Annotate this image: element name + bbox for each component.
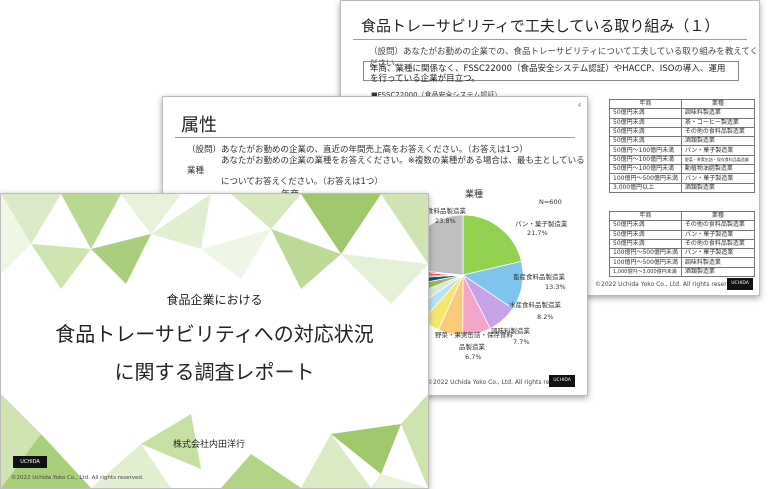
- pie-label-yasai: 野菜・果実缶詰・保存食料: [435, 331, 513, 339]
- uchida-logo: UCHIDA: [727, 278, 753, 290]
- table-row: 1,000億円～3,000億円未満 酒類製造業: [609, 266, 755, 278]
- pie-label-chikusan: 畜産食料品製造業: [513, 273, 565, 281]
- table-row: 50億円～100億円未満 動植物油脂製造業: [609, 164, 755, 175]
- pie-label-pan: パン・菓子製造業: [515, 220, 568, 228]
- slide3-answer-box: 年商、業種に関係なく、FSSC22000（食品安全システム認証）やHACCP、I…: [363, 61, 739, 84]
- table-header: 年商: [609, 210, 682, 222]
- table-header: 業種: [680, 210, 755, 222]
- table-row: 100億円～500億円未満 調味料製造業: [609, 257, 755, 268]
- cover-subtitle: 食品企業における: [166, 293, 263, 307]
- table-row: 50億円未満 その他の食料品製造業: [609, 238, 755, 250]
- table-row: 50億円未満 酒類製造業: [609, 136, 755, 147]
- table-row: 100億円～500億円未満 パン・菓子製造業: [609, 173, 755, 184]
- table-row: 50億円～100億円未満 野菜・果実缶詰・保存食料品製造業: [609, 154, 755, 166]
- pie-label-yasai-2: 品製造業: [459, 343, 485, 351]
- cover-company-name: 株式会社内田洋行: [173, 440, 246, 450]
- pie-pct-yasai: 6.7%: [465, 353, 482, 361]
- uchida-logo: UCHIDA: [549, 375, 575, 387]
- slide3-copyright: ©2022 Uchida Yoko Co., Ltd. All rights r…: [595, 281, 740, 288]
- pie-pct-pan: 21.7%: [527, 229, 548, 237]
- pie-pct-chikusan: 13.3%: [545, 283, 566, 291]
- pie-pct-suisan: 8.2%: [537, 313, 554, 321]
- table-row: 100億円～500億円未満 パン・菓子製造業: [609, 248, 755, 259]
- cover-copyright: ©2022 Uchida Yoko Co., Ltd. All rights r…: [11, 475, 144, 481]
- table-row: 50億円未満 その他の食料品製造業: [609, 126, 755, 138]
- pie-label-suisan: 水産食料品製造業: [509, 301, 561, 309]
- table-row: 50億円未満 パン・菓子製造業: [609, 229, 755, 240]
- uchida-logo: UCHIDA: [13, 456, 47, 468]
- table-header: 年商: [609, 98, 682, 110]
- cover-title-line1: 食品トレーサビリティへの対応状況: [55, 322, 374, 346]
- table-row: 50億円未満 茶・コーヒー製造業: [609, 117, 755, 128]
- table-fssc: 年商 業種 50億円未満 調味料製造業 50億円未満 茶・コーヒー製造業 50億円未…: [609, 98, 755, 193]
- pie-pct-chomi: 7.7%: [513, 338, 530, 346]
- slide-cover[interactable]: 食品企業における 食品トレーサビリティへの対応状況 に関する調査レポート 株式会…: [0, 193, 429, 489]
- cover-title-line2: に関する調査レポート: [114, 360, 315, 384]
- table-row: 50億円未満 その他の食料品製造業: [609, 220, 755, 231]
- table-row: 50億円未満 調味料製造業: [609, 108, 755, 119]
- table-haccp: 年商 業種 50億円未満 その他の食料品製造業 50億円未満 パン・菓子製造業 50…: [609, 210, 755, 278]
- slide3-title: 食品トレーサビリティで工夫している取り組み（１）: [361, 17, 720, 35]
- table-row: 3,000億円以上 酒類製造業: [609, 182, 755, 193]
- slide3-title-rule: [353, 39, 747, 40]
- table-header: 業種: [680, 98, 755, 110]
- table-row: 50億円～100億円未満 パン・菓子製造業: [609, 145, 755, 156]
- pie-pct-sonota: 23.8%: [435, 217, 456, 225]
